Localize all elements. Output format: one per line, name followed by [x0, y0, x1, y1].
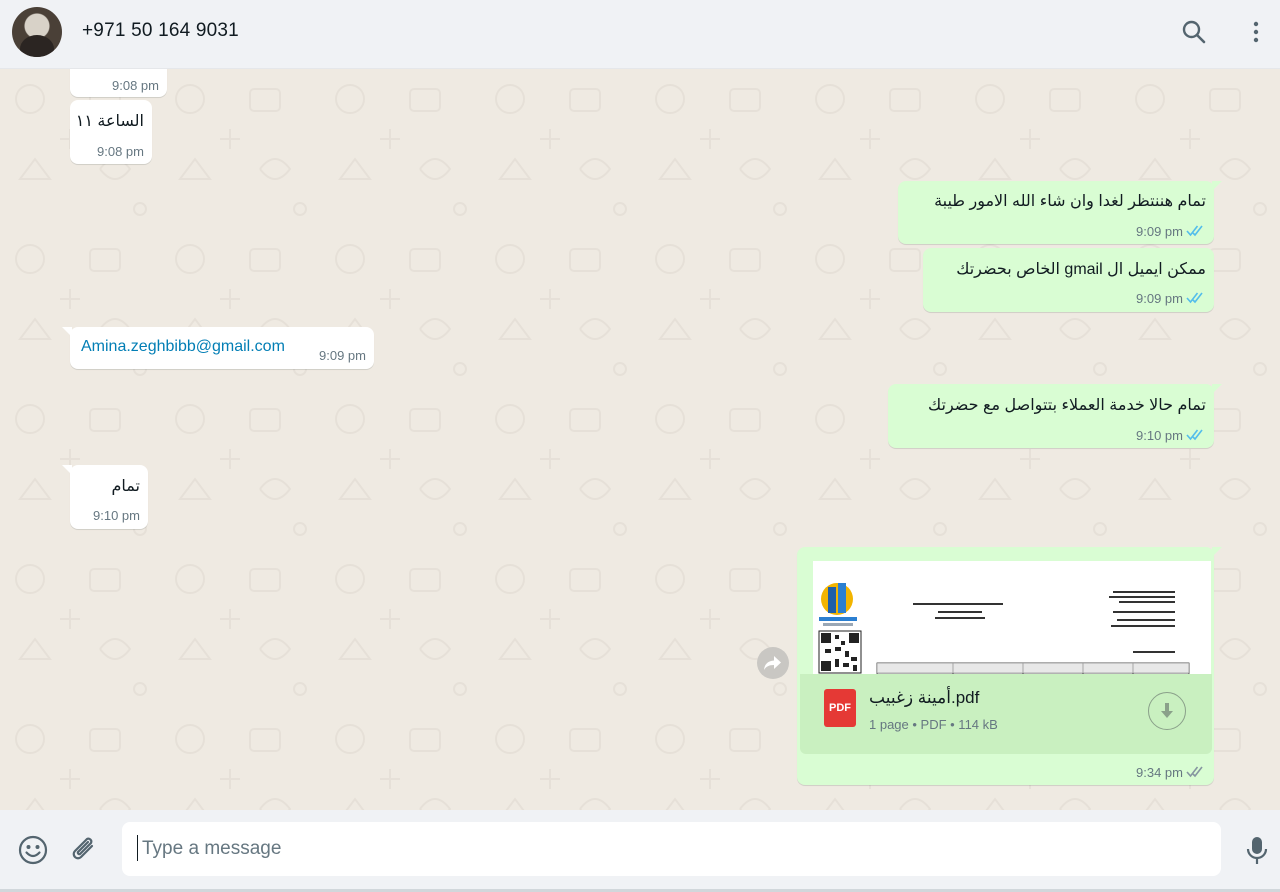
document-file-meta: 1 page • PDF • 114 kB: [869, 717, 998, 732]
message-input[interactable]: [142, 834, 1202, 864]
message-outgoing[interactable]: ممكن ايميل ال gmail الخاص بحضرتك 9:09 pm: [923, 248, 1214, 312]
email-link[interactable]: Amina.zeghbibb@gmail.com: [81, 338, 285, 356]
message-text: الساعة ١١: [75, 113, 144, 130]
menu-dots-icon[interactable]: [1242, 18, 1270, 46]
message-time: 9:09 pm: [1136, 224, 1183, 239]
document-card[interactable]: PDF أمينة زغبيب.pdf 1 page • PDF • 114 k…: [800, 674, 1212, 754]
delivered-receipt-icon: [1186, 766, 1203, 778]
message-incoming[interactable]: تمام 9:10 pm: [62, 465, 148, 529]
message-time: 9:10 pm: [93, 508, 140, 523]
message-text: تمام: [111, 478, 140, 495]
message-time: 9:09 pm: [1136, 291, 1183, 306]
message-text: تمام هننتظر لغدا وان شاء الله الامور طيب…: [934, 193, 1206, 210]
message-time: 9:08 pm: [97, 144, 144, 159]
message-incoming[interactable]: الساعة ١١ 9:08 pm: [70, 100, 152, 164]
message-incoming[interactable]: Amina.zeghbibb@gmail.com 9:09 pm: [62, 327, 374, 369]
message-time: 9:08 pm: [112, 78, 159, 93]
emoji-icon[interactable]: [17, 834, 49, 866]
document-file-name: أمينة زغبيب.pdf: [869, 688, 980, 707]
contact-name[interactable]: +971 50 164 9031: [82, 20, 239, 42]
message-input-box[interactable]: [122, 822, 1221, 876]
text-caret: [137, 835, 138, 861]
read-receipt-icon: [1186, 429, 1203, 441]
message-outgoing[interactable]: تمام هننتظر لغدا وان شاء الله الامور طيب…: [898, 181, 1222, 244]
download-button[interactable]: [1148, 692, 1186, 730]
forward-icon: [764, 656, 781, 670]
read-receipt-icon: [1186, 292, 1203, 304]
message-composer: [0, 810, 1280, 892]
forward-button[interactable]: [757, 647, 789, 679]
pdf-preview-thumbnail[interactable]: [813, 561, 1211, 685]
pdf-file-icon: PDF: [824, 689, 856, 727]
mic-icon[interactable]: [1242, 834, 1272, 866]
message-text: تمام حالا خدمة العملاء بتتواصل مع حضرتك: [928, 397, 1206, 414]
message-time: 9:34 pm: [1136, 765, 1183, 780]
message-outgoing[interactable]: تمام حالا خدمة العملاء بتتواصل مع حضرتك …: [888, 384, 1222, 448]
chat-header: +971 50 164 9031: [0, 0, 1280, 69]
download-icon: [1161, 703, 1173, 718]
search-icon[interactable]: [1180, 18, 1208, 46]
contact-avatar[interactable]: [12, 7, 62, 57]
message-outgoing-document[interactable]: PDF أمينة زغبيب.pdf 1 page • PDF • 114 k…: [797, 547, 1222, 785]
read-receipt-icon: [1186, 225, 1203, 237]
message-time: 9:10 pm: [1136, 428, 1183, 443]
message-text: ممكن ايميل ال gmail الخاص بحضرتك: [956, 261, 1206, 278]
attach-icon[interactable]: [68, 834, 100, 866]
chat-panel[interactable]: 9:08 pm الساعة ١١ 9:08 pm تمام هننتظر لغ…: [0, 69, 1280, 810]
message-incoming[interactable]: 9:08 pm: [70, 69, 167, 97]
message-time: 9:09 pm: [319, 348, 366, 363]
